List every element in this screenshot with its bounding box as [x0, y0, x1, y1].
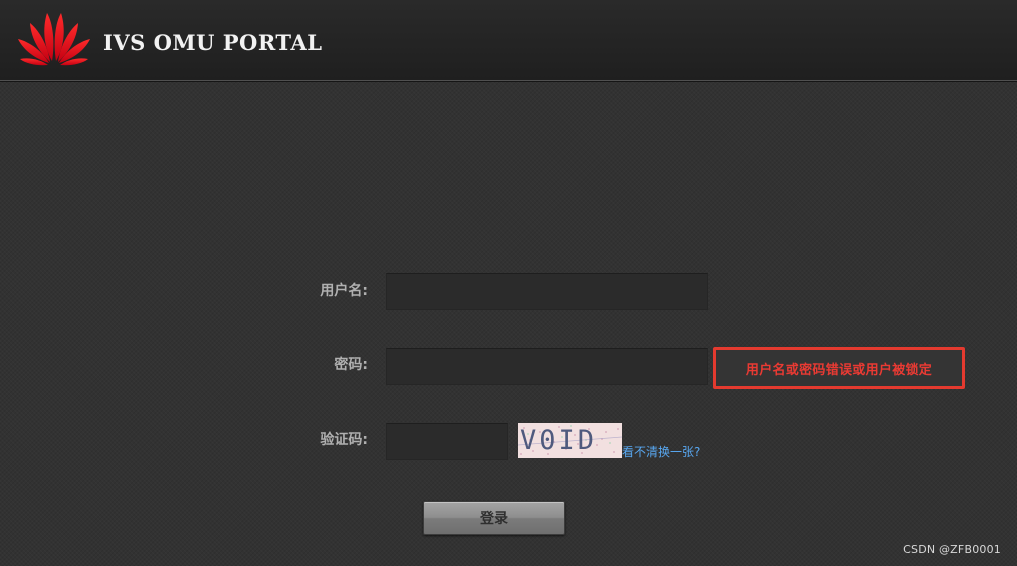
- username-input[interactable]: [386, 273, 708, 310]
- username-label: 用户名:: [320, 283, 368, 299]
- huawei-logo-icon: [18, 13, 90, 66]
- password-label: 密码:: [334, 357, 368, 373]
- captcha-label: 验证码:: [320, 432, 368, 448]
- error-message: 用户名或密码错误或用户被锁定: [745, 362, 933, 378]
- header-bar: IVS OMU PORTAL: [0, 0, 1017, 81]
- error-message-box: 用户名或密码错误或用户被锁定: [713, 347, 965, 389]
- captcha-image[interactable]: V0ID: [518, 423, 622, 458]
- captcha-text: V0ID: [520, 425, 598, 456]
- login-button[interactable]: 登录: [423, 501, 565, 535]
- captcha-input[interactable]: [386, 423, 508, 460]
- portal-title: IVS OMU PORTAL: [103, 30, 323, 55]
- refresh-captcha-link[interactable]: 看不清换一张?: [622, 445, 700, 459]
- watermark: CSDN @ZFB0001: [903, 543, 1001, 556]
- password-input[interactable]: [386, 348, 708, 385]
